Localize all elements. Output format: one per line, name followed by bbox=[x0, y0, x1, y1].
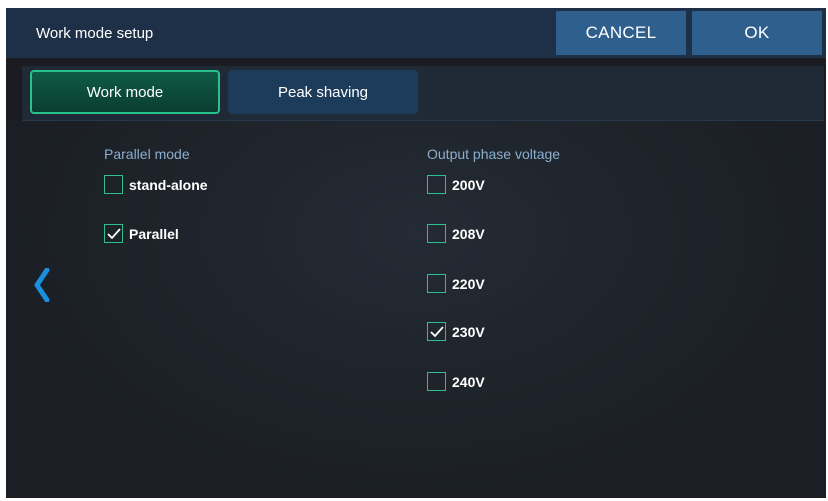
ok-button[interactable]: OK bbox=[692, 11, 822, 55]
option-208v[interactable]: 208V bbox=[427, 224, 485, 243]
option-240v[interactable]: 240V bbox=[427, 372, 485, 391]
240v-label: 240V bbox=[452, 373, 485, 390]
208v-checkbox[interactable] bbox=[427, 224, 446, 243]
option-220v[interactable]: 220V bbox=[427, 274, 485, 293]
chevron-left-icon[interactable] bbox=[34, 268, 50, 302]
220v-checkbox[interactable] bbox=[427, 274, 446, 293]
tab-bar: Work mode Peak shaving bbox=[22, 66, 824, 121]
200v-checkbox[interactable] bbox=[427, 175, 446, 194]
stand-alone-checkbox[interactable] bbox=[104, 175, 123, 194]
tab-peak-shaving[interactable]: Peak shaving bbox=[228, 70, 418, 114]
stand-alone-label: stand-alone bbox=[129, 176, 208, 193]
option-230v[interactable]: 230V bbox=[427, 322, 485, 341]
parallel-checkbox[interactable] bbox=[104, 224, 123, 243]
parallel-label: Parallel bbox=[129, 225, 179, 242]
option-200v[interactable]: 200V bbox=[427, 175, 485, 194]
page-title: Work mode setup bbox=[36, 25, 154, 42]
checkmark-icon bbox=[106, 227, 121, 239]
checkmark-icon bbox=[429, 325, 444, 337]
240v-checkbox[interactable] bbox=[427, 372, 446, 391]
230v-label: 230V bbox=[452, 323, 485, 340]
cancel-button[interactable]: CANCEL bbox=[556, 11, 686, 55]
208v-label: 208V bbox=[452, 225, 485, 242]
230v-checkbox[interactable] bbox=[427, 322, 446, 341]
option-stand-alone[interactable]: stand-alone bbox=[104, 175, 208, 194]
220v-label: 220V bbox=[452, 275, 485, 292]
output-voltage-label: Output phase voltage bbox=[427, 146, 561, 162]
tab-work-mode[interactable]: Work mode bbox=[30, 70, 220, 114]
200v-label: 200V bbox=[452, 176, 485, 193]
parallel-mode-label: Parallel mode bbox=[104, 146, 190, 162]
option-parallel[interactable]: Parallel bbox=[104, 224, 179, 243]
